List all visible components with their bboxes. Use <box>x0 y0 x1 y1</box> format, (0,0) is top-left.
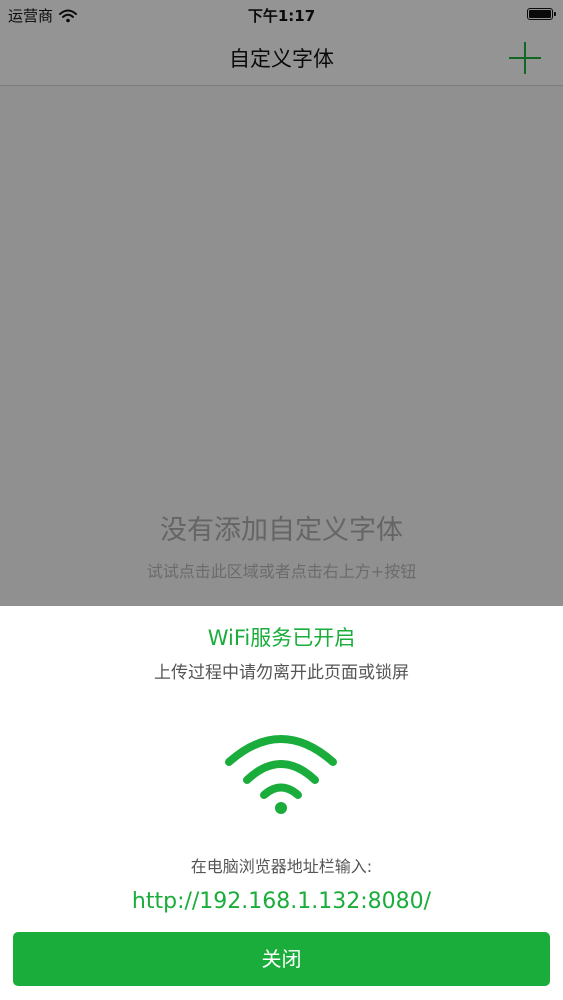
screen: 运营商 下午1:17 自定义字体 没有添加自定义字体 试试点击此区域或者点击右上… <box>0 0 563 1000</box>
sheet-subtitle: 上传过程中请勿离开此页面或锁屏 <box>154 663 409 683</box>
wifi-icon <box>225 735 337 814</box>
address-label: 在电脑浏览器地址栏输入: <box>190 857 373 876</box>
sheet-title: WiFi服务已开启 <box>207 626 356 650</box>
wifi-transfer-sheet: WiFi服务已开启 上传过程中请勿离开此页面或锁屏 在电脑浏览器地址栏输入: h… <box>0 606 563 1000</box>
address-url: http://192.168.1.132:8080/ <box>131 889 432 914</box>
close-button[interactable]: 关闭 <box>13 932 550 986</box>
